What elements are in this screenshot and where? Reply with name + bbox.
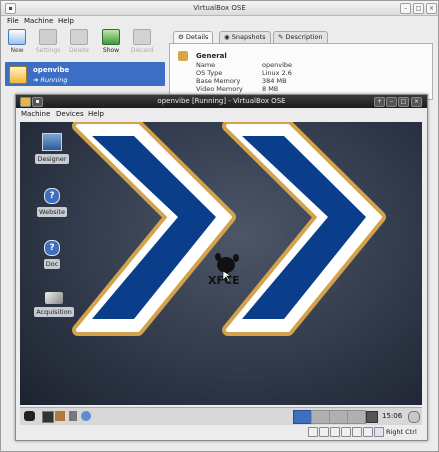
menu-help[interactable]: Help <box>88 110 104 118</box>
detail-label: Video Memory <box>196 85 243 93</box>
guest-desktop[interactable]: XFCE Designer ? Website ? Doc Acquisitio… <box>20 122 422 405</box>
menu-machine[interactable]: Machine <box>21 110 50 118</box>
show-icon <box>102 29 120 45</box>
main-title-bar: VirtualBox OSE ▪ – □ × <box>1 1 438 16</box>
logout-icon[interactable] <box>408 411 420 423</box>
workspace-2[interactable] <box>311 410 330 424</box>
console-title-bar: ▪ openvibe [Running] - VirtualBox OSE + … <box>16 95 427 108</box>
show-button[interactable]: Show <box>97 29 125 54</box>
settings-button[interactable]: Settings <box>34 29 62 54</box>
menu-machine[interactable]: Machine <box>24 17 53 25</box>
workspace-1[interactable] <box>293 410 312 424</box>
main-toolbar: New Settings Delete Show Discard <box>1 29 171 59</box>
workspace-4[interactable] <box>347 410 366 424</box>
maximize-icon[interactable]: □ <box>398 97 409 107</box>
mouse-integration-icon <box>363 427 373 437</box>
xfce-mouse-logo <box>215 253 239 273</box>
vm-list-item-openvibe[interactable]: openvibe ➜ Running <box>5 62 165 86</box>
shade-icon[interactable]: + <box>374 97 385 107</box>
usb-status-icon <box>352 427 362 437</box>
close-icon[interactable]: × <box>426 3 437 14</box>
console-statusbar: Right Ctrl <box>16 425 427 439</box>
cdrom-status-icon <box>319 427 329 437</box>
vm-console-window: ▪ openvibe [Running] - VirtualBox OSE + … <box>15 94 428 441</box>
console-menubar: Machine Devices Help <box>16 109 427 120</box>
window-menu-icon[interactable]: ▪ <box>5 3 16 14</box>
desktop-icon-designer[interactable]: Designer <box>32 133 72 164</box>
chevron-left <box>72 122 236 336</box>
detail-label: OS Type <box>196 69 223 77</box>
menu-help[interactable]: Help <box>58 17 74 25</box>
close-icon[interactable]: × <box>411 97 422 107</box>
new-button[interactable]: New <box>3 29 31 54</box>
hdd-status-icon <box>308 427 318 437</box>
settings-icon <box>39 29 57 45</box>
xfce-menu-icon[interactable] <box>24 411 35 421</box>
desktop-icon-acquisition[interactable]: Acquisition <box>34 292 74 317</box>
network-status-icon <box>341 427 351 437</box>
detail-value: Linux 2.6 <box>262 69 292 77</box>
xfce-panel: 15:06 <box>20 407 422 425</box>
menu-devices[interactable]: Devices <box>56 110 84 118</box>
desktop-icon-doc[interactable]: ? Doc <box>32 240 72 269</box>
vm-name: openvibe <box>33 66 70 74</box>
detail-value: 384 MB <box>262 77 287 85</box>
tab-details[interactable]: ⚙ Details <box>173 31 214 43</box>
tab-snapshots[interactable]: ◉ Snapshots <box>219 31 271 43</box>
detail-label: Name <box>196 61 216 69</box>
main-window-title: VirtualBox OSE <box>193 4 246 12</box>
host-key-label: Right Ctrl <box>386 428 417 436</box>
discard-icon <box>133 29 151 45</box>
floppy-status-icon <box>330 427 340 437</box>
settings-brush-icon[interactable] <box>69 411 77 421</box>
terminal-icon[interactable] <box>42 411 54 423</box>
detail-value: openvibe <box>262 61 292 69</box>
openvibe-wallpaper: XFCE <box>72 122 386 336</box>
minimize-icon[interactable]: – <box>386 97 397 107</box>
minimize-icon[interactable]: – <box>400 3 411 14</box>
panel-clock: 15:06 <box>382 412 403 420</box>
details-heading: General <box>196 52 227 60</box>
details-panel: General Name openvibe OS Type Linux 2.6 … <box>169 43 433 100</box>
general-icon <box>178 51 188 61</box>
designer-icon <box>42 133 62 151</box>
vm-os-icon <box>9 66 27 84</box>
acquisition-plug-icon <box>45 292 63 304</box>
delete-button[interactable]: Delete <box>65 29 93 54</box>
new-vm-icon <box>8 29 26 45</box>
chevron-right <box>222 122 386 336</box>
tab-description[interactable]: ✎ Description <box>273 31 328 43</box>
help-globe-icon: ? <box>44 188 60 204</box>
workspace-3[interactable] <box>329 410 348 424</box>
host-key-icon <box>374 427 384 437</box>
detail-label: Base Memory <box>196 77 241 85</box>
desktop-icon-website[interactable]: ? Website <box>32 188 72 217</box>
tray-icon[interactable] <box>366 411 378 423</box>
delete-icon <box>70 29 88 45</box>
maximize-icon[interactable]: □ <box>413 3 424 14</box>
menu-file[interactable]: File <box>7 17 19 25</box>
help-doc-icon: ? <box>44 240 60 256</box>
detail-value: 8 MB <box>262 85 279 93</box>
browser-icon[interactable] <box>81 411 91 421</box>
main-menubar: File Machine Help <box>1 16 438 27</box>
vm-state: ➜ Running <box>33 76 68 84</box>
detail-tabs: ⚙ Details ◉ Snapshots ✎ Description <box>169 31 429 43</box>
file-manager-icon[interactable] <box>55 411 65 421</box>
console-window-title: openvibe [Running] - VirtualBox OSE <box>157 97 286 105</box>
discard-button[interactable]: Discard <box>128 29 156 54</box>
